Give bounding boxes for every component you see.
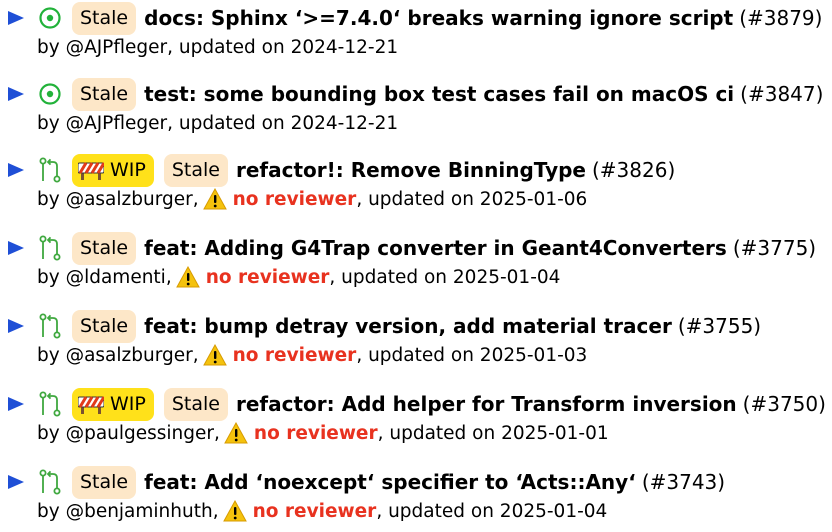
wip-badge: WIP bbox=[72, 387, 154, 421]
warning-icon bbox=[222, 500, 247, 522]
warning-icon bbox=[202, 344, 227, 366]
pull-request-icon bbox=[38, 391, 62, 417]
pr-list-item: WIP Stale refactor: Add helper for Transfo… bbox=[0, 386, 832, 462]
stale-badge: Stale bbox=[163, 153, 228, 187]
pr-author-text: by @asalzburger, bbox=[37, 344, 199, 366]
wip-label: WIP bbox=[110, 392, 146, 415]
pull-request-icon bbox=[38, 235, 62, 261]
pr-title-line: Stale docs: Sphinx ‘>=7.4.0‘ breaks warni… bbox=[0, 0, 822, 36]
wip-badge: WIP bbox=[72, 153, 154, 187]
pr-updated-text: , updated on 2025-01-04 bbox=[376, 500, 608, 522]
pr-title-line: Stale feat: Add ‘noexcept‘ specifier to ‘… bbox=[0, 464, 725, 500]
stale-badge: Stale bbox=[72, 309, 137, 343]
pr-number[interactable]: (#3775) bbox=[733, 236, 816, 260]
pr-author-text: by @AJPfleger, updated on 2024-12-21 bbox=[37, 36, 399, 58]
pr-updated-text: , updated on 2025-01-06 bbox=[356, 188, 588, 210]
pr-meta-line: by @AJPfleger, updated on 2024-12-21 bbox=[37, 110, 398, 136]
pull-request-list: Stale docs: Sphinx ‘>=7.4.0‘ breaks warni… bbox=[0, 0, 832, 532]
pr-meta-line: by @ldamenti, no reviewer, updated on 202… bbox=[37, 264, 560, 290]
expand-triangle-icon[interactable] bbox=[8, 163, 24, 177]
pull-request-icon bbox=[38, 469, 62, 495]
pr-title-line: Stale feat: bump detray version, add mate… bbox=[0, 308, 761, 344]
expand-triangle-icon[interactable] bbox=[8, 475, 24, 489]
wip-label: WIP bbox=[110, 158, 146, 181]
stale-badge: Stale bbox=[72, 231, 137, 265]
pr-title[interactable]: feat: Adding G4Trap converter in Geant4C… bbox=[144, 236, 727, 260]
no-reviewer-label: no reviewer bbox=[205, 266, 330, 288]
pr-list-item: Stale test: some bounding box test cases … bbox=[0, 76, 832, 152]
open-circle-icon bbox=[38, 6, 62, 30]
expand-triangle-icon[interactable] bbox=[8, 397, 24, 411]
pr-author-text: by @ldamenti, bbox=[37, 266, 172, 288]
pr-author-text: by @paulgessinger, bbox=[37, 422, 220, 444]
open-circle-icon bbox=[38, 82, 62, 106]
pr-list-item: WIP Stale refactor!: Remove BinningType (#3… bbox=[0, 152, 832, 228]
pr-list-item: Stale feat: Add ‘noexcept‘ specifier to ‘… bbox=[0, 464, 832, 532]
no-reviewer-label: no reviewer bbox=[232, 188, 357, 210]
pr-number[interactable]: (#3755) bbox=[678, 314, 761, 338]
pr-list-item: Stale docs: Sphinx ‘>=7.4.0‘ breaks warni… bbox=[0, 0, 832, 76]
stale-badge: Stale bbox=[163, 387, 228, 421]
pr-meta-line: by @asalzburger, no reviewer, updated on … bbox=[37, 342, 587, 368]
no-reviewer-label: no reviewer bbox=[252, 500, 377, 522]
pull-request-icon bbox=[38, 313, 62, 339]
pr-title[interactable]: docs: Sphinx ‘>=7.4.0‘ breaks warning ig… bbox=[144, 6, 733, 30]
construction-icon bbox=[78, 160, 104, 180]
pr-meta-line: by @benjaminhuth, no reviewer, updated on… bbox=[37, 498, 607, 524]
pr-title-line: Stale feat: Adding G4Trap converter in Ge… bbox=[0, 230, 816, 266]
pr-meta-line: by @paulgessinger, no reviewer, updated o… bbox=[37, 420, 609, 446]
pr-list-item: Stale feat: bump detray version, add mate… bbox=[0, 308, 832, 384]
expand-triangle-icon[interactable] bbox=[8, 319, 24, 333]
pr-title[interactable]: refactor: Add helper for Transform inver… bbox=[236, 392, 737, 416]
pr-meta-line: by @AJPfleger, updated on 2024-12-21 bbox=[37, 34, 398, 60]
construction-icon bbox=[78, 394, 104, 414]
pr-number[interactable]: (#3826) bbox=[592, 158, 675, 182]
pr-number[interactable]: (#3879) bbox=[739, 6, 822, 30]
pr-title[interactable]: refactor!: Remove BinningType bbox=[236, 158, 586, 182]
pr-title-line: WIP Stale refactor: Add helper for Transfo… bbox=[0, 386, 826, 422]
pr-author-text: by @asalzburger, bbox=[37, 188, 199, 210]
pr-title-line: Stale test: some bounding box test cases … bbox=[0, 76, 823, 112]
expand-triangle-icon[interactable] bbox=[8, 11, 24, 25]
pr-author-text: by @benjaminhuth, bbox=[37, 500, 219, 522]
pr-number[interactable]: (#3743) bbox=[642, 470, 725, 494]
pr-number[interactable]: (#3750) bbox=[743, 392, 826, 416]
pull-request-icon bbox=[38, 157, 62, 183]
no-reviewer-label: no reviewer bbox=[253, 422, 378, 444]
pr-updated-text: , updated on 2025-01-04 bbox=[329, 266, 561, 288]
stale-badge: Stale bbox=[72, 465, 137, 499]
pr-meta-line: by @asalzburger, no reviewer, updated on … bbox=[37, 186, 587, 212]
warning-icon bbox=[224, 422, 248, 444]
expand-triangle-icon[interactable] bbox=[8, 241, 24, 255]
stale-badge: Stale bbox=[72, 77, 137, 111]
pr-list-item: Stale feat: Adding G4Trap converter in Ge… bbox=[0, 230, 832, 306]
pr-title[interactable]: test: some bounding box test cases fail … bbox=[144, 82, 734, 106]
pr-number[interactable]: (#3847) bbox=[740, 82, 823, 106]
pr-updated-text: , updated on 2025-01-01 bbox=[377, 422, 609, 444]
warning-icon bbox=[202, 188, 227, 210]
warning-icon bbox=[175, 266, 200, 288]
pr-title[interactable]: feat: Add ‘noexcept‘ specifier to ‘Acts:… bbox=[144, 470, 636, 494]
expand-triangle-icon[interactable] bbox=[8, 87, 24, 101]
pr-updated-text: , updated on 2025-01-03 bbox=[356, 344, 588, 366]
pr-author-text: by @AJPfleger, updated on 2024-12-21 bbox=[37, 112, 399, 134]
stale-badge: Stale bbox=[72, 1, 137, 35]
pr-title[interactable]: feat: bump detray version, add material … bbox=[144, 314, 672, 338]
pr-title-line: WIP Stale refactor!: Remove BinningType (#3… bbox=[0, 152, 675, 188]
no-reviewer-label: no reviewer bbox=[232, 344, 357, 366]
